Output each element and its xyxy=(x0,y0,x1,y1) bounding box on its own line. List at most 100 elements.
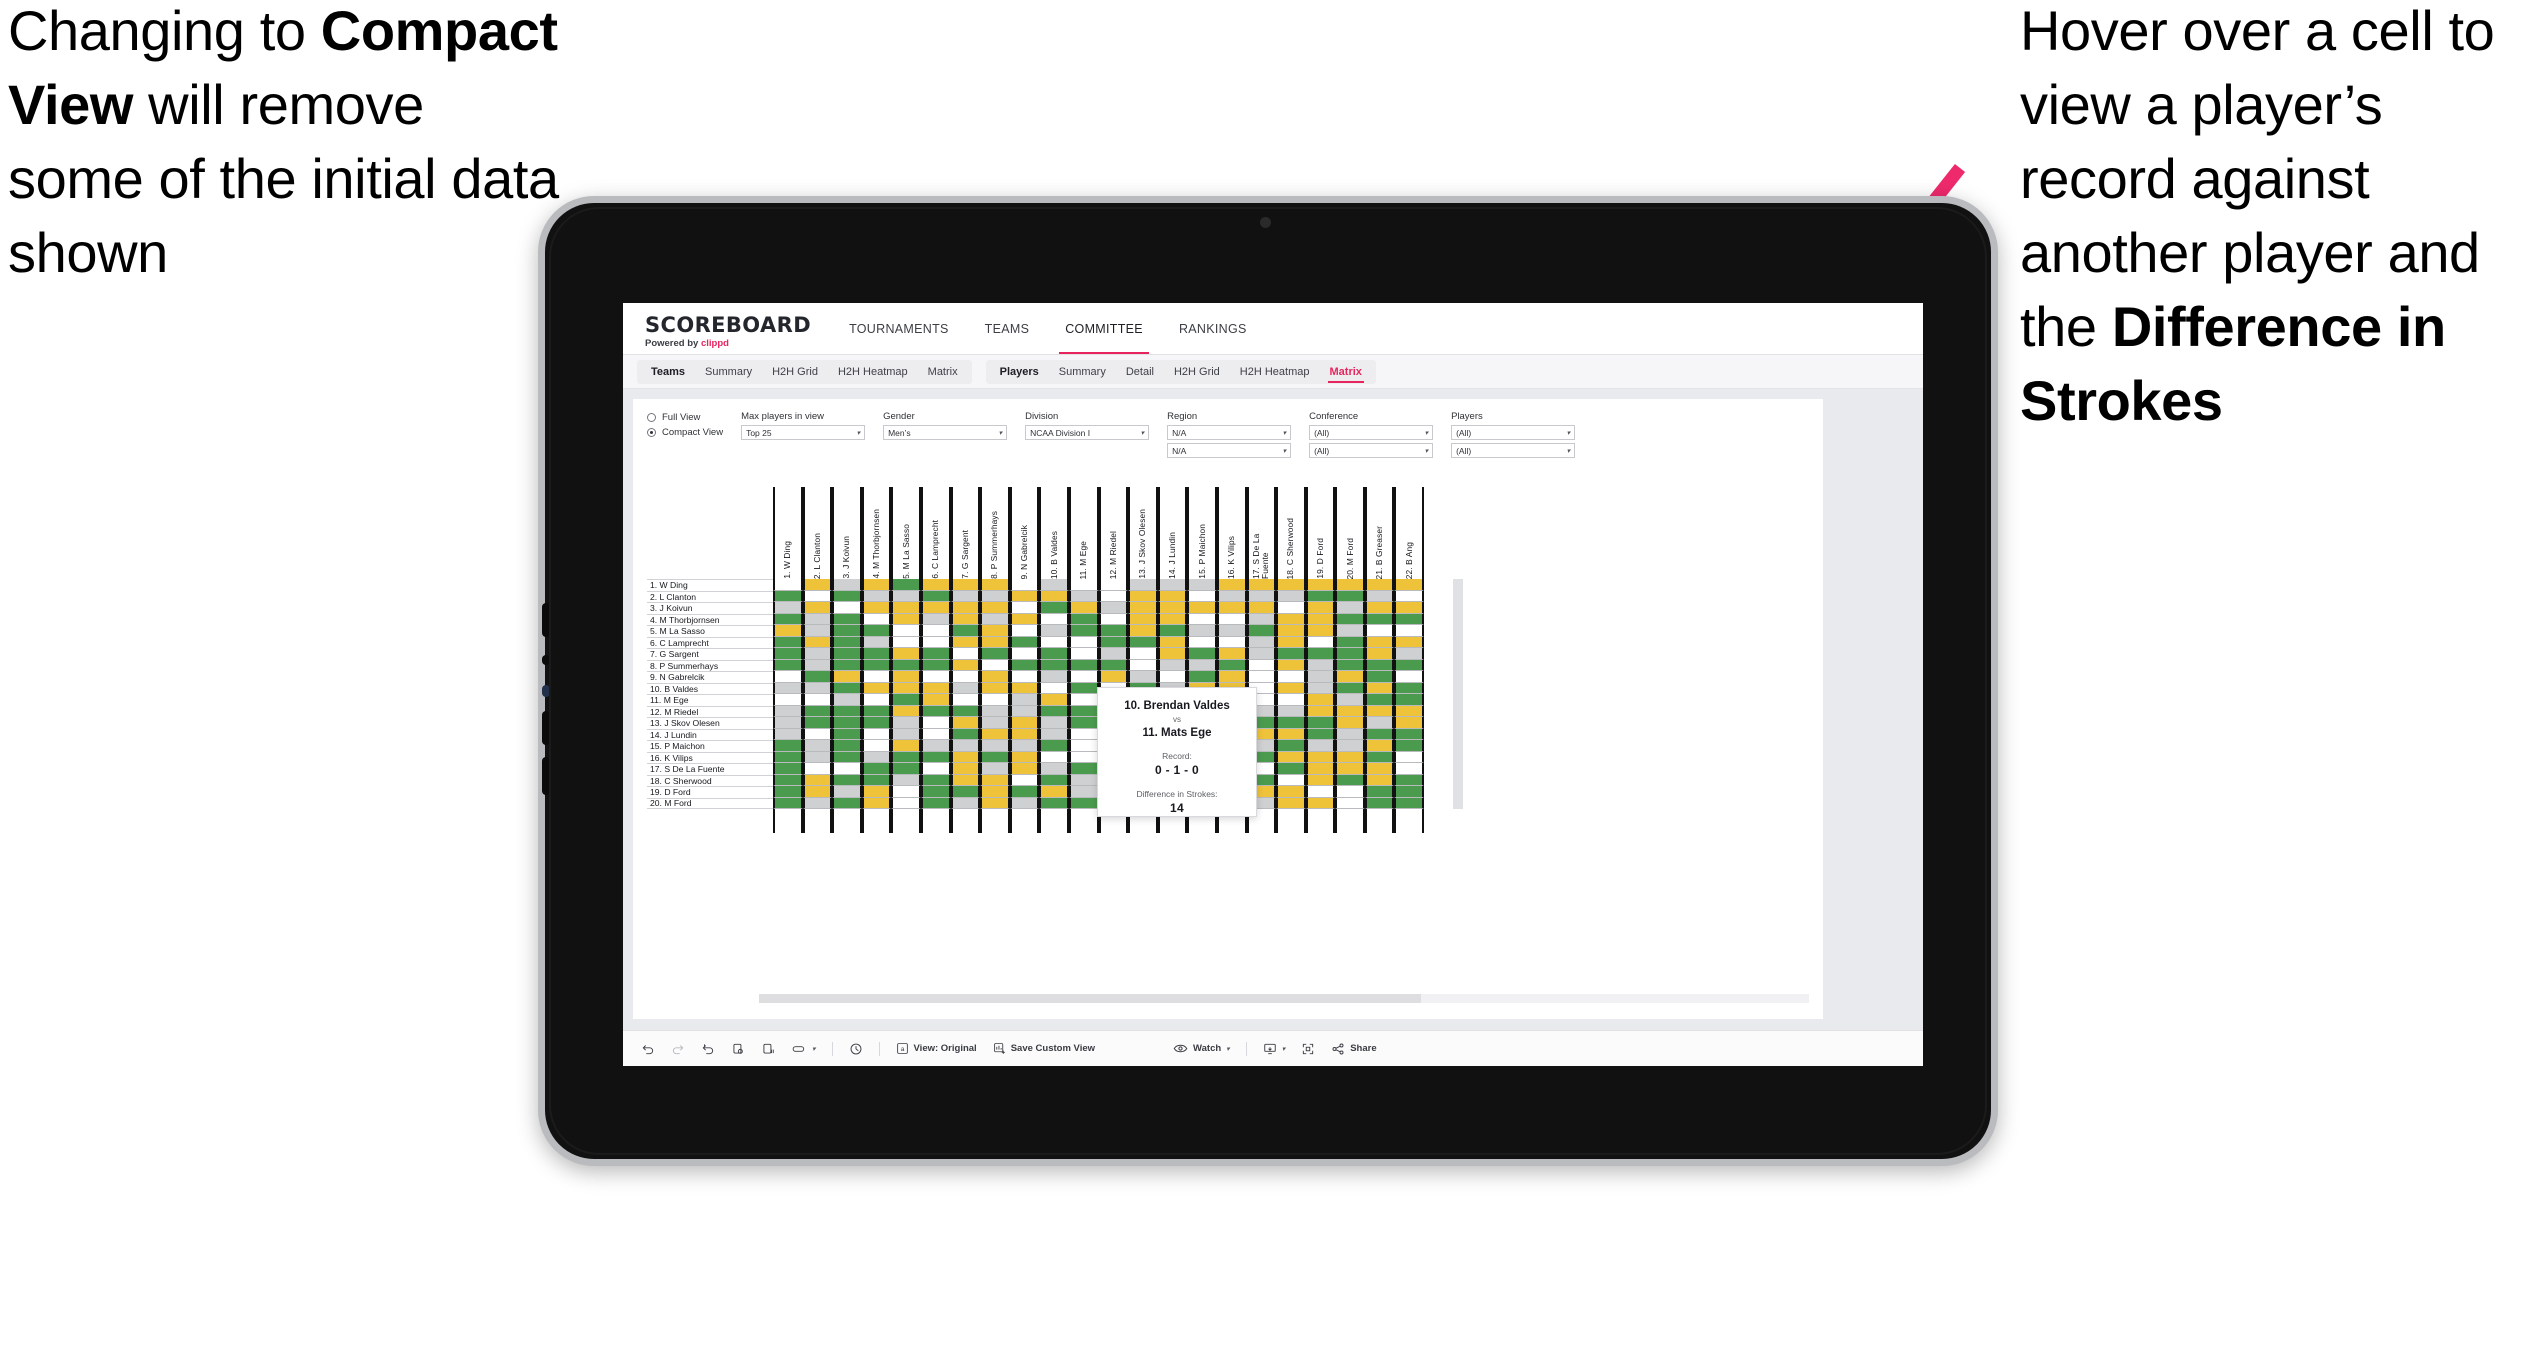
matrix-cell[interactable] xyxy=(773,705,803,717)
matrix-cell[interactable] xyxy=(1098,602,1129,614)
matrix-cell[interactable] xyxy=(920,579,951,591)
matrix-cell[interactable] xyxy=(802,602,833,614)
matrix-cell[interactable] xyxy=(832,763,862,775)
nav-tournaments[interactable]: TOURNAMENTS xyxy=(831,303,967,354)
matrix-cell[interactable] xyxy=(1394,590,1425,602)
matrix-row-header[interactable]: 14. J Lundin xyxy=(647,728,773,741)
matrix-cell[interactable] xyxy=(773,602,803,614)
matrix-cell[interactable] xyxy=(1364,694,1395,706)
matrix-cell[interactable] xyxy=(1157,579,1188,591)
matrix-cell[interactable] xyxy=(1335,671,1365,683)
matrix-cell[interactable] xyxy=(773,774,803,786)
matrix-cell[interactable] xyxy=(950,636,981,648)
matrix-cell[interactable] xyxy=(1068,579,1099,591)
matrix-cell[interactable] xyxy=(950,728,981,740)
matrix-cell[interactable] xyxy=(1009,717,1040,729)
matrix-cell[interactable] xyxy=(891,636,921,648)
matrix-cell[interactable] xyxy=(1364,625,1395,637)
matrix-cell[interactable] xyxy=(1157,636,1188,648)
matrix-cell[interactable] xyxy=(1068,740,1099,752)
matrix-cell[interactable] xyxy=(1039,682,1069,694)
matrix-cell[interactable] xyxy=(773,682,803,694)
matrix-cell[interactable] xyxy=(1394,613,1425,625)
matrix-cell[interactable] xyxy=(980,786,1010,798)
matrix-cell[interactable] xyxy=(861,774,892,786)
matrix-cell[interactable] xyxy=(802,613,833,625)
matrix-cell[interactable] xyxy=(1068,671,1099,683)
matrix-row-header[interactable]: 11. M Ege xyxy=(647,694,773,706)
scrollbar-thumb[interactable] xyxy=(759,994,1421,1003)
matrix-cell[interactable] xyxy=(1039,613,1069,625)
matrix-cell[interactable] xyxy=(1128,602,1158,614)
matrix-cell[interactable] xyxy=(773,671,803,683)
matrix-cell[interactable] xyxy=(1364,659,1395,671)
matrix-cell[interactable] xyxy=(773,763,803,775)
matrix-cell[interactable] xyxy=(802,786,833,798)
matrix-cell[interactable] xyxy=(832,774,862,786)
matrix-cell[interactable] xyxy=(1364,717,1395,729)
matrix-cell[interactable] xyxy=(891,625,921,637)
matrix-cell[interactable] xyxy=(1068,694,1099,706)
matrix-cell[interactable] xyxy=(1068,648,1099,660)
matrix-row-header[interactable]: 2. L Clanton xyxy=(647,590,773,603)
matrix-cell[interactable] xyxy=(1216,648,1247,660)
matrix-cell[interactable] xyxy=(1394,625,1425,637)
matrix-col-header[interactable]: 7. G Sargent xyxy=(950,487,981,579)
matrix-cell[interactable] xyxy=(1246,602,1277,614)
matrix-col-header[interactable]: 15. P Maichon xyxy=(1187,487,1217,579)
matrix-cell[interactable] xyxy=(1364,728,1395,740)
matrix-cell[interactable] xyxy=(1009,671,1040,683)
matrix-cell[interactable] xyxy=(980,602,1010,614)
redo-button[interactable] xyxy=(671,1042,685,1056)
matrix-cell[interactable] xyxy=(1335,763,1365,775)
matrix-col-header[interactable]: 6. C Lamprecht xyxy=(920,487,951,579)
matrix-cell[interactable] xyxy=(802,648,833,660)
matrix-cell[interactable] xyxy=(1276,613,1306,625)
matrix-cell[interactable] xyxy=(1305,728,1336,740)
matrix-cell[interactable] xyxy=(1068,728,1099,740)
matrix-cell[interactable] xyxy=(1068,774,1099,786)
matrix-cell[interactable] xyxy=(832,751,862,763)
matrix-cell[interactable] xyxy=(950,705,981,717)
matrix-cell[interactable] xyxy=(861,797,892,809)
nav-teams[interactable]: TEAMS xyxy=(967,303,1048,354)
matrix-cell[interactable] xyxy=(980,682,1010,694)
matrix-cell[interactable] xyxy=(1157,590,1188,602)
matrix-cell[interactable] xyxy=(891,682,921,694)
matrix-cell[interactable] xyxy=(920,671,951,683)
matrix-cell[interactable] xyxy=(1068,717,1099,729)
matrix-cell[interactable] xyxy=(773,590,803,602)
save-custom-view-button[interactable]: Save Custom View xyxy=(993,1042,1095,1055)
matrix-cell[interactable] xyxy=(832,705,862,717)
matrix-cell[interactable] xyxy=(1009,648,1040,660)
subnav-teams-summary[interactable]: Summary xyxy=(695,360,762,384)
matrix-cell[interactable] xyxy=(980,659,1010,671)
matrix-cell[interactable] xyxy=(1009,602,1040,614)
matrix-cell[interactable] xyxy=(832,613,862,625)
matrix-cell[interactable] xyxy=(861,590,892,602)
matrix-cell[interactable] xyxy=(1246,659,1277,671)
revert-button[interactable] xyxy=(701,1042,715,1056)
matrix-cell[interactable] xyxy=(950,717,981,729)
matrix-cell[interactable] xyxy=(832,740,862,752)
matrix-cell[interactable] xyxy=(1335,648,1365,660)
matrix-cell[interactable] xyxy=(1305,705,1336,717)
matrix-cell[interactable] xyxy=(1157,602,1188,614)
matrix-col-header[interactable]: 18. C Sherwood xyxy=(1276,487,1306,579)
matrix-cell[interactable] xyxy=(1128,613,1158,625)
matrix-cell[interactable] xyxy=(1394,659,1425,671)
matrix-row-header[interactable]: 1. W Ding xyxy=(647,579,773,591)
matrix-cell[interactable] xyxy=(891,717,921,729)
matrix-cell[interactable] xyxy=(1276,797,1306,809)
matrix-cell[interactable] xyxy=(861,613,892,625)
matrix-cell[interactable] xyxy=(1039,579,1069,591)
matrix-cell[interactable] xyxy=(1009,636,1040,648)
subnav-teams-matrix[interactable]: Matrix xyxy=(918,360,968,384)
matrix-cell[interactable] xyxy=(1305,659,1336,671)
matrix-cell[interactable] xyxy=(950,740,981,752)
matrix-cell[interactable] xyxy=(1098,613,1129,625)
filter-conference-select-1[interactable]: (All) ▾ xyxy=(1309,425,1434,440)
matrix-cell[interactable] xyxy=(1187,659,1217,671)
subnav-players-summary[interactable]: Summary xyxy=(1049,360,1116,384)
matrix-cell[interactable] xyxy=(1305,774,1336,786)
